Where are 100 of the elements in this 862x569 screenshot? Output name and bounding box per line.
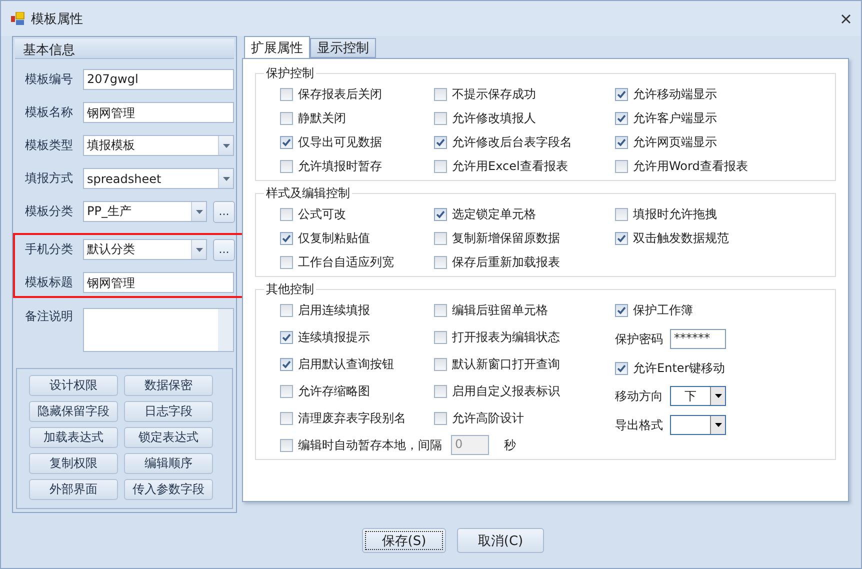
text-field[interactable]: 207gwgl — [83, 69, 234, 90]
option-button[interactable]: 锁定表达式 — [124, 427, 213, 448]
checkbox[interactable] — [615, 208, 628, 221]
option-button[interactable]: 数据保密 — [124, 375, 213, 396]
option-button[interactable]: 编辑顺序 — [124, 453, 213, 474]
field-label: 模板类型 — [25, 137, 74, 154]
save-button[interactable]: 保存(S) — [362, 528, 446, 554]
checkbox-label: 允许高阶设计 — [452, 410, 524, 427]
checkbox[interactable] — [434, 208, 447, 221]
option-button[interactable]: 传入参数字段 — [124, 479, 213, 500]
checkbox[interactable] — [280, 358, 293, 371]
checkbox[interactable] — [615, 160, 628, 173]
checkbox[interactable] — [615, 88, 628, 101]
checkbox[interactable] — [615, 304, 628, 317]
password-field[interactable]: ****** — [670, 329, 726, 350]
close-icon[interactable] — [841, 14, 851, 24]
option-button[interactable]: 加载表达式 — [29, 427, 118, 448]
checkbox[interactable] — [280, 384, 293, 398]
checkbox[interactable] — [434, 330, 447, 344]
checkbox-label: 编辑后驻留单元格 — [452, 302, 548, 319]
check-icon — [282, 138, 291, 147]
check-icon — [282, 360, 291, 369]
check-icon — [617, 234, 626, 243]
checkbox-label: 工作台自适应列宽 — [298, 254, 394, 271]
checkbox-label: 选定锁定单元格 — [452, 206, 536, 223]
checkbox[interactable] — [615, 232, 628, 245]
dropdown-field[interactable]: 默认分类 — [83, 239, 207, 260]
group-header: 基本信息 — [15, 39, 234, 60]
checkbox[interactable] — [280, 112, 293, 125]
checkbox-label: 静默关闭 — [298, 110, 346, 127]
checkbox-label: 编辑时自动暂存本地，间隔 — [298, 436, 442, 454]
caret-icon — [714, 423, 722, 428]
checkbox[interactable] — [615, 362, 628, 375]
remarks-field[interactable] — [83, 308, 234, 352]
check-icon — [617, 306, 626, 315]
text-field[interactable]: 钢网管理 — [83, 102, 234, 124]
dropdown-field[interactable] — [670, 415, 726, 436]
checkbox-label: 允许用Excel查看报表 — [452, 158, 568, 175]
checkbox-label: 启用连续填报 — [298, 302, 370, 319]
checkbox[interactable] — [434, 88, 447, 101]
checkbox[interactable] — [280, 330, 293, 344]
caret-icon — [222, 144, 230, 148]
checkbox[interactable] — [280, 232, 293, 245]
checkbox[interactable] — [434, 160, 447, 173]
checkbox[interactable] — [434, 112, 447, 125]
checkbox[interactable] — [280, 412, 293, 425]
dropdown-field[interactable]: 填报模板 — [83, 135, 234, 156]
checkbox-label: 仅导出可见数据 — [298, 134, 382, 151]
checkbox[interactable] — [615, 136, 628, 149]
checkbox-label: 打开报表为编辑状态 — [452, 328, 560, 346]
checkbox[interactable] — [280, 208, 293, 221]
option-button[interactable]: 隐藏保留字段 — [29, 401, 118, 422]
unit-label: 秒 — [504, 436, 516, 454]
dropdown-field[interactable]: 下 — [670, 386, 726, 406]
checkbox-label: 填报时允许拖拽 — [633, 206, 717, 223]
checkbox-label: 仅复制粘贴值 — [298, 230, 370, 247]
checkbox[interactable] — [434, 384, 447, 398]
checkbox-label: 允许网页端显示 — [633, 134, 717, 151]
checkbox[interactable] — [434, 304, 447, 317]
checkbox-label: 保存报表后关闭 — [298, 86, 382, 103]
browse-button[interactable]: ... — [213, 238, 235, 261]
browse-button[interactable]: ... — [213, 200, 235, 223]
tab[interactable]: 扩展属性 — [244, 36, 310, 58]
checkbox[interactable] — [434, 232, 447, 245]
checkbox-label: 公式可改 — [298, 206, 346, 223]
scrollbar[interactable] — [218, 309, 233, 352]
checkbox[interactable] — [434, 256, 447, 269]
checkbox-label: 连续填报提示 — [298, 328, 370, 346]
text-field[interactable]: 钢网管理 — [83, 272, 234, 294]
checkbox[interactable] — [280, 256, 293, 269]
checkbox[interactable] — [280, 160, 293, 173]
dropdown-field[interactable]: spreadsheet — [83, 168, 234, 190]
caret-icon — [196, 248, 202, 252]
tab[interactable]: 显示控制 — [310, 38, 376, 58]
option-button[interactable]: 日志字段 — [124, 401, 213, 422]
checkbox-label: 复制新增保留原数据 — [452, 230, 560, 247]
checkbox-label: 默认新窗口打开查询 — [452, 356, 560, 373]
checkbox-label: 启用默认查询按钮 — [298, 356, 394, 373]
field-label: 模板标题 — [25, 274, 74, 292]
cancel-button[interactable]: 取消(C) — [457, 528, 544, 554]
checkbox[interactable] — [434, 412, 447, 425]
field-label: 手机分类 — [25, 241, 74, 258]
option-button[interactable]: 外部界面 — [29, 479, 118, 500]
checkbox[interactable] — [280, 136, 293, 149]
checkbox-label: 保存后重新加载报表 — [452, 254, 560, 271]
checkbox[interactable] — [434, 358, 447, 371]
checkbox[interactable] — [280, 88, 293, 101]
check-icon — [617, 114, 626, 123]
caret-icon — [714, 394, 722, 398]
option-button[interactable]: 设计权限 — [29, 375, 118, 396]
checkbox-label: 允许用Word查看报表 — [633, 158, 748, 175]
checkbox-label: 允许移动端显示 — [633, 86, 717, 103]
checkbox-label: 允许修改填报人 — [452, 110, 536, 127]
checkbox[interactable] — [280, 304, 293, 317]
field-label: 保护密码 — [615, 330, 663, 348]
option-button[interactable]: 复制权限 — [29, 453, 118, 474]
checkbox[interactable] — [434, 136, 447, 149]
checkbox[interactable] — [615, 112, 628, 125]
checkbox-label: 允许修改后台表字段名 — [452, 134, 572, 151]
dropdown-field[interactable]: PP_生产 — [83, 201, 207, 222]
